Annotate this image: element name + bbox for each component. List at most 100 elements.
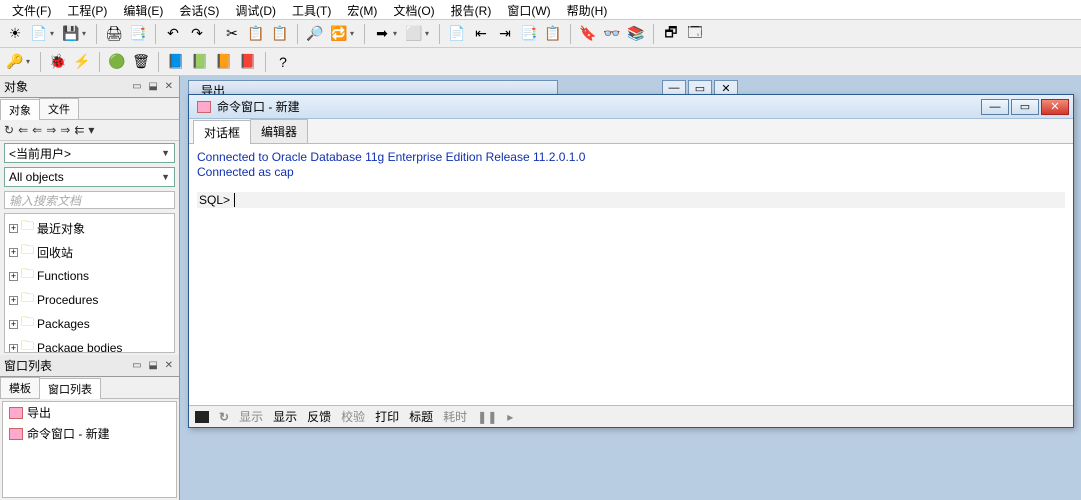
toolbar-button[interactable]: ⬜ (403, 23, 425, 45)
toolbar-button[interactable]: 📋 (269, 23, 291, 45)
toolbar-button[interactable]: ➡ (371, 23, 393, 45)
toolbar-button[interactable]: 🔖 (577, 23, 599, 45)
toolbar-button[interactable]: 📋 (245, 23, 267, 45)
menu-item[interactable]: 调试(D) (227, 0, 284, 19)
dropdown-arrow-icon[interactable]: ▾ (82, 29, 90, 38)
menu-item[interactable]: 报告(R) (443, 0, 500, 19)
toolbar-button[interactable]: 🔁 (328, 23, 350, 45)
menu-item[interactable]: 工程(P) (59, 0, 115, 19)
toolbar-button[interactable]: 📋 (542, 23, 564, 45)
menu-item[interactable]: 宏(M) (339, 0, 385, 19)
objects-filter-combo[interactable]: All objects ▼ (4, 167, 175, 187)
status-toggle[interactable]: 标题 (409, 408, 433, 425)
expand-icon[interactable]: + (9, 272, 18, 281)
toolbar-button[interactable]: 🖨 (103, 23, 125, 45)
toolbar-button[interactable]: 🟢 (106, 51, 128, 73)
nav-tool-button[interactable]: ⇇ (74, 123, 84, 137)
window-list-item[interactable]: 命令窗口 - 新建 (3, 423, 176, 444)
toolbar-button[interactable]: 📕 (237, 51, 259, 73)
nav-tool-button[interactable]: ⇐ (18, 123, 28, 137)
dropdown-arrow-icon[interactable]: ▾ (350, 29, 358, 38)
menu-item[interactable]: 编辑(E) (115, 0, 171, 19)
tab-窗口列表[interactable]: 窗口列表 (39, 378, 101, 399)
toolbar-button[interactable]: 📚 (625, 23, 647, 45)
toolbar-button[interactable]: 💾 (60, 23, 82, 45)
menu-item[interactable]: 文档(O) (385, 0, 442, 19)
toolbar-button[interactable]: 📑 (518, 23, 540, 45)
tab-对象[interactable]: 对象 (0, 99, 40, 120)
toolbar-button[interactable]: 🗗 (660, 23, 682, 45)
run-button[interactable]: ▸ (507, 410, 513, 424)
toolbar-button[interactable]: 🔎 (304, 23, 326, 45)
toolbar-button[interactable]: ⇤ (470, 23, 492, 45)
toolbar-button[interactable]: 🐞 (47, 51, 69, 73)
nav-tool-button[interactable]: ⇒ (46, 123, 56, 137)
menu-item[interactable]: 窗口(W) (499, 0, 558, 19)
expand-icon[interactable]: + (9, 296, 18, 305)
status-toggle[interactable]: 反馈 (307, 408, 331, 425)
dropdown-arrow-icon[interactable]: ▾ (26, 57, 34, 66)
toolbar-button[interactable]: 📄 (446, 23, 468, 45)
toolbar-button[interactable]: ↷ (186, 23, 208, 45)
status-toggle[interactable]: 显示 (273, 408, 297, 425)
toolbar-button[interactable]: ⚡ (71, 51, 93, 73)
tree-item[interactable]: +🗀Packages (5, 312, 174, 336)
window-list-item[interactable]: 导出 (3, 402, 176, 423)
command-output[interactable]: Connected to Oracle Database 11g Enterpr… (189, 144, 1073, 405)
toolbar-button[interactable]: ↶ (162, 23, 184, 45)
toolbar-button[interactable]: ? (272, 51, 294, 73)
minimize-button[interactable]: — (981, 99, 1009, 115)
toolbar-button[interactable]: 🔑 (4, 51, 26, 73)
nav-tool-button[interactable]: ⇒ (60, 123, 70, 137)
dropdown-arrow-icon[interactable]: ▾ (50, 29, 58, 38)
toolbar-button[interactable]: 📘 (165, 51, 187, 73)
status-toggle[interactable]: 耗时 (443, 408, 467, 425)
toolbar-button[interactable]: 📙 (213, 51, 235, 73)
tree-item[interactable]: +🗀Procedures (5, 288, 174, 312)
sql-prompt-row[interactable]: SQL> (197, 192, 1065, 208)
toolbar-button[interactable]: 📄 (28, 23, 50, 45)
nav-tool-button[interactable]: ▾ (88, 123, 94, 137)
expand-icon[interactable]: + (9, 344, 18, 353)
tab-对话框[interactable]: 对话框 (193, 120, 251, 144)
toolbar-button[interactable]: 📑 (127, 23, 149, 45)
maximize-button[interactable]: ▭ (1011, 99, 1039, 115)
pause-button[interactable]: ❚❚ (477, 410, 497, 424)
tree-item[interactable]: +🗀最近对象 (5, 216, 174, 240)
toolbar-button[interactable]: 👓 (601, 23, 623, 45)
close-button[interactable]: ✕ (1041, 99, 1069, 115)
dropdown-arrow-icon[interactable]: ▾ (393, 29, 401, 38)
refresh-icon[interactable]: ↻ (219, 410, 229, 424)
tree-item[interactable]: +🗀Functions (5, 264, 174, 288)
nav-tool-button[interactable]: ⇐ (32, 123, 42, 137)
menu-item[interactable]: 帮助(H) (559, 0, 616, 19)
expand-icon[interactable]: + (9, 320, 18, 329)
menu-item[interactable]: 工具(T) (284, 0, 339, 19)
panel-controls[interactable]: ▭ ⬓ ✕ (132, 81, 175, 92)
search-input[interactable]: 输入搜索文档 (4, 191, 175, 209)
toolbar-button[interactable]: 🗔 (684, 23, 706, 45)
tab-文件[interactable]: 文件 (39, 98, 79, 119)
tree-item[interactable]: +🗀回收站 (5, 240, 174, 264)
status-toggle[interactable]: 显示 (239, 408, 263, 425)
expand-icon[interactable]: + (9, 224, 18, 233)
panel-controls[interactable]: ▭ ⬓ ✕ (132, 360, 175, 371)
tab-模板[interactable]: 模板 (0, 377, 40, 398)
toolbar-button[interactable]: ✂ (221, 23, 243, 45)
tree-item[interactable]: +🗀Package bodies (5, 336, 174, 353)
toolbar-button[interactable]: ⇥ (494, 23, 516, 45)
nav-tool-button[interactable]: ↻ (4, 123, 14, 137)
status-toggle[interactable]: 打印 (375, 408, 399, 425)
dropdown-arrow-icon[interactable]: ▾ (425, 29, 433, 38)
toolbar-button[interactable]: 🗑 (130, 51, 152, 73)
user-combo[interactable]: <当前用户> ▼ (4, 143, 175, 163)
toolbar-button[interactable]: 📗 (189, 51, 211, 73)
toolbar-button[interactable]: ☀ (4, 23, 26, 45)
tab-编辑器[interactable]: 编辑器 (250, 119, 308, 143)
menu-item[interactable]: 文件(F) (4, 0, 59, 19)
status-toggle[interactable]: 校验 (341, 408, 365, 425)
menu-item[interactable]: 会话(S) (171, 0, 227, 19)
expand-icon[interactable]: + (9, 248, 18, 257)
object-tree[interactable]: +🗀最近对象+🗀回收站+🗀Functions+🗀Procedures+🗀Pack… (4, 213, 175, 353)
command-window-titlebar[interactable]: 命令窗口 - 新建 — ▭ ✕ (189, 95, 1073, 119)
